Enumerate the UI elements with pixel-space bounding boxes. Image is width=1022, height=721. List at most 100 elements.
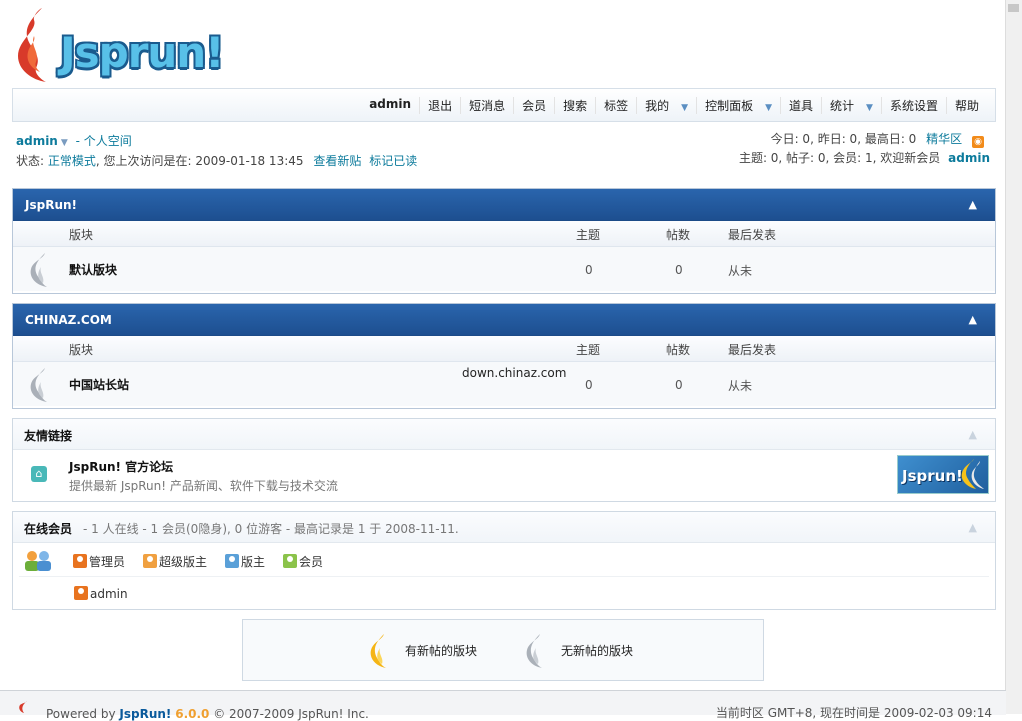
daily-stats: 今日: 0, 昨日: 0, 最高日: 0 精华区 ◉ bbox=[771, 130, 984, 148]
scrollbar-up-arrow[interactable] bbox=[1008, 4, 1019, 12]
personal-space-link[interactable]: - 个人空间 bbox=[76, 134, 132, 148]
nav-item-8[interactable]: 道具 bbox=[780, 97, 821, 114]
col-forum: 版块 bbox=[69, 343, 94, 357]
flame-logo-icon bbox=[18, 8, 46, 82]
category-header: JspRun! ▲ bbox=[13, 189, 995, 221]
nav-item-6[interactable]: 我的 ▼ bbox=[636, 97, 696, 114]
user-badge-icon bbox=[283, 554, 298, 568]
rss-icon[interactable]: ◉ bbox=[972, 136, 984, 148]
forum-row: 默认版块 0 0 从未 bbox=[13, 247, 995, 291]
online-user-name: admin bbox=[90, 587, 128, 601]
nav-item-label: 帮助 bbox=[954, 99, 979, 113]
col-posts: 帖数 bbox=[666, 343, 691, 357]
category-title[interactable]: CHINAZ.COM bbox=[25, 313, 112, 327]
friend-link-name[interactable]: JspRun! 官方论坛 bbox=[69, 458, 173, 475]
status-mode-link[interactable]: 正常模式 bbox=[48, 154, 96, 168]
role-legend: 管理员 超级版主 版主 会员 bbox=[73, 553, 341, 570]
site-logo[interactable]: Jsprun! bbox=[12, 6, 224, 84]
no-new-posts-flame-icon bbox=[30, 368, 47, 402]
legend-new-label: 有新帖的版块 bbox=[405, 644, 478, 658]
role-label: 超级版主 bbox=[159, 555, 208, 569]
users-group-icon bbox=[25, 551, 51, 571]
chevron-down-icon[interactable]: ▼ bbox=[866, 103, 873, 113]
nav-item-label: 标签 bbox=[604, 99, 629, 113]
forum-topics-count: 0 bbox=[585, 263, 593, 277]
friend-links-box: 友情链接 ▲ ⌂ JspRun! 官方论坛 提供最新 JspRun! 产品新闻、… bbox=[12, 418, 996, 502]
online-user[interactable]: admin bbox=[74, 586, 128, 601]
footer-timezone: 当前时区 GMT+8, 现在时间是 2009-02-03 09:14 bbox=[715, 706, 992, 720]
forum-row: 中国站长站 down.chinaz.com 0 0 从未 bbox=[13, 362, 995, 406]
online-summary: - 1 人在线 - 1 会员(0隐身), 0 位游客 - 最高记录是 1 于 2… bbox=[83, 522, 459, 536]
nav-item-7[interactable]: 控制面板 ▼ bbox=[696, 97, 780, 114]
no-new-posts-flame-icon bbox=[526, 634, 542, 668]
category-header: CHINAZ.COM ▲ bbox=[13, 304, 995, 336]
nav-item-0[interactable]: admin bbox=[361, 97, 419, 114]
forum-icon-legend: 有新帖的版块 无新帖的版块 bbox=[242, 619, 764, 681]
nav-item-9[interactable]: 统计 ▼ bbox=[821, 97, 881, 114]
friend-link-item: ⌂ JspRun! 官方论坛 提供最新 JspRun! 产品新闻、软件下载与技术… bbox=[13, 450, 995, 501]
online-users: admin bbox=[74, 586, 128, 601]
nav-item-label: 系统设置 bbox=[889, 99, 938, 113]
forum-posts-count: 0 bbox=[675, 378, 683, 392]
last-visit-text: , 您上次访问是在: 2009-01-18 13:45 bbox=[95, 154, 304, 168]
col-forum: 版块 bbox=[69, 228, 94, 242]
home-icon: ⌂ bbox=[31, 466, 47, 482]
nav-item-4[interactable]: 搜索 bbox=[554, 97, 595, 114]
nav-item-5[interactable]: 标签 bbox=[595, 97, 636, 114]
collapse-icon[interactable]: ▲ bbox=[969, 428, 977, 441]
online-members-box: 在线会员 - 1 人在线 - 1 会员(0隐身), 0 位游客 - 最高记录是 … bbox=[12, 511, 996, 610]
collapse-icon[interactable]: ▲ bbox=[969, 313, 977, 326]
footer-product-link[interactable]: JspRun! bbox=[119, 707, 171, 721]
nav-item-3[interactable]: 会员 bbox=[513, 97, 554, 114]
role-legend-item: 超级版主 bbox=[143, 554, 208, 569]
forum-name-link[interactable]: 中国站长站 bbox=[69, 376, 129, 393]
user-badge-icon bbox=[74, 586, 88, 600]
newest-member-link[interactable]: admin bbox=[948, 151, 990, 165]
col-posts: 帖数 bbox=[666, 228, 691, 242]
chevron-down-icon[interactable]: ▼ bbox=[765, 103, 772, 113]
forum-name-link[interactable]: 默认版块 bbox=[69, 261, 117, 278]
view-new-posts-link[interactable]: 查看新贴 bbox=[313, 154, 361, 168]
footer-copyright: © 2007-2009 JspRun! Inc. bbox=[213, 707, 369, 721]
chevron-down-icon[interactable]: ▼ bbox=[61, 138, 68, 148]
nav-item-label: 短消息 bbox=[469, 99, 506, 113]
forum-last-post: 从未 bbox=[728, 379, 753, 393]
digest-link[interactable]: 精华区 bbox=[926, 132, 962, 146]
status-label: 状态: bbox=[16, 154, 45, 168]
daily-stats-text: 今日: 0, 昨日: 0, 最高日: 0 bbox=[770, 132, 917, 146]
user-line: admin ▼ - 个人空间 bbox=[16, 132, 132, 149]
column-header-row: 版块 主题 帖数 最后发表 bbox=[13, 336, 995, 362]
banner-logo-text: Jsprun! bbox=[902, 467, 963, 485]
nav-item-1[interactable]: 退出 bbox=[419, 97, 460, 114]
username-link[interactable]: admin bbox=[16, 134, 58, 148]
category-title[interactable]: JspRun! bbox=[25, 198, 77, 212]
top-navigation-bar: admin 退出 短消息 会员 搜索 标签 我的 ▼ 控制面板 ▼ 道具 统计 ▼ 系统设置 帮助 bbox=[12, 88, 996, 122]
nav-item-10[interactable]: 系统设置 bbox=[880, 97, 946, 114]
nav-item-label: 我的 bbox=[645, 99, 670, 113]
col-topics: 主题 bbox=[576, 343, 601, 357]
forum-category-chinaz: CHINAZ.COM ▲ 版块 主题 帖数 最后发表 中国站长站 down.ch… bbox=[12, 303, 996, 409]
logo-text: Jsprun! bbox=[60, 28, 224, 77]
friend-link-banner[interactable]: Jsprun! bbox=[897, 455, 989, 494]
board-stats-text: 主题: 0, 帖子: 0, 会员: 1, 欢迎新会员 bbox=[738, 151, 941, 165]
col-last-post: 最后发表 bbox=[728, 228, 777, 242]
forum-category-jsprun: JspRun! ▲ 版块 主题 帖数 最后发表 默认版块 0 0 从未 bbox=[12, 188, 996, 294]
vertical-scrollbar[interactable] bbox=[1005, 0, 1022, 714]
online-users-row: admin bbox=[13, 577, 995, 607]
nav-item-label: 控制面板 bbox=[705, 99, 754, 113]
mark-read-link[interactable]: 标记已读 bbox=[369, 154, 417, 168]
chevron-down-icon[interactable]: ▼ bbox=[681, 103, 688, 113]
nav-item-label: 道具 bbox=[789, 99, 814, 113]
new-posts-flame-icon bbox=[370, 634, 386, 668]
nav-item-2[interactable]: 短消息 bbox=[460, 97, 513, 114]
column-header-row: 版块 主题 帖数 最后发表 bbox=[13, 221, 995, 247]
nav-item-11[interactable]: 帮助 bbox=[945, 97, 987, 114]
forum-last-post: 从未 bbox=[728, 264, 753, 278]
role-legend-item: 管理员 bbox=[73, 554, 125, 569]
collapse-icon[interactable]: ▲ bbox=[969, 521, 977, 534]
banner-flame-icon bbox=[961, 459, 984, 489]
nav-item-label: 会员 bbox=[522, 99, 547, 113]
legend-none-label: 无新帖的版块 bbox=[561, 644, 634, 658]
footer-version: 6.0.0 bbox=[175, 707, 210, 721]
collapse-icon[interactable]: ▲ bbox=[969, 198, 977, 211]
